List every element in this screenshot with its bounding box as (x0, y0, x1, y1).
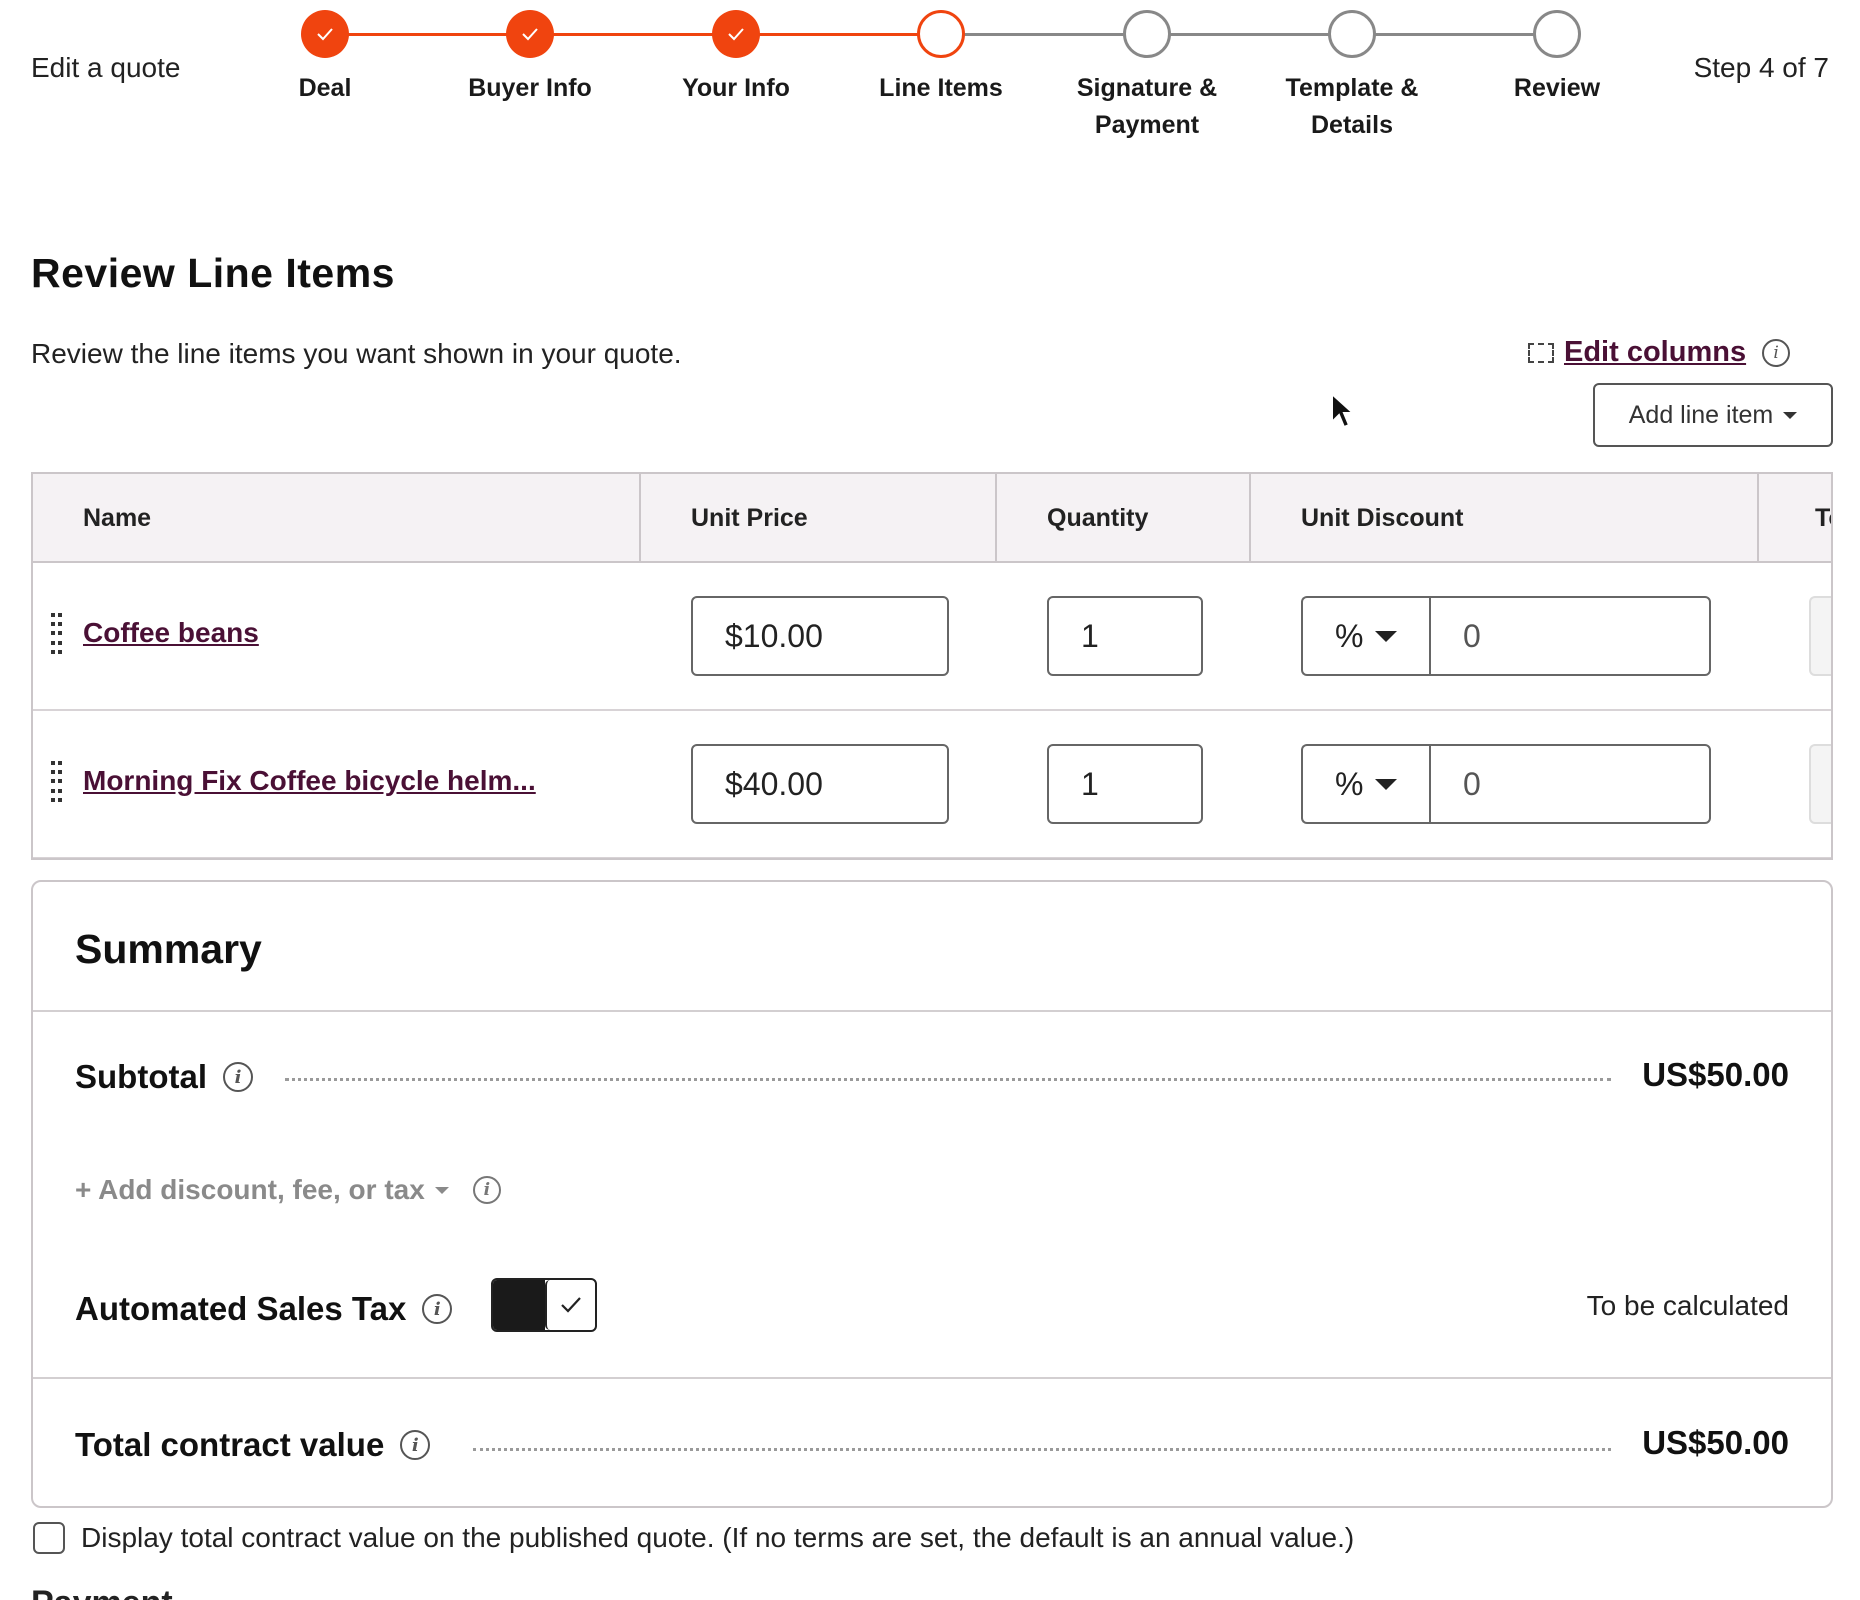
edit-columns: Edit columns i (1528, 336, 1791, 369)
step-todo-circle-icon (1533, 10, 1581, 58)
step-todo-circle-icon (1328, 10, 1376, 58)
step-label: Signature & Payment (1076, 74, 1218, 139)
info-icon[interactable]: i (400, 1430, 431, 1460)
edit-columns-link[interactable]: Edit columns (1564, 336, 1746, 369)
drag-handle-icon[interactable] (51, 761, 63, 805)
step-label: Buyer Info (468, 74, 592, 102)
toggle-on-track (493, 1280, 545, 1330)
info-icon[interactable]: i (1762, 338, 1791, 367)
column-header-total[interactable]: To (1759, 474, 1831, 563)
step-todo-circle-icon (1123, 10, 1171, 58)
quantity-input[interactable]: 1 (1047, 596, 1203, 676)
caret-down-icon (434, 1186, 449, 1194)
add-line-item-label: Add line item (1628, 400, 1774, 429)
quantity-input[interactable]: 1 (1047, 744, 1203, 824)
discount-type-select[interactable]: % (1301, 596, 1429, 676)
caret-down-icon (1375, 778, 1398, 790)
info-icon[interactable]: i (422, 1294, 453, 1324)
discount-type-select[interactable]: % (1301, 744, 1429, 824)
sales-tax-value: To be calculated (1586, 1290, 1789, 1321)
subtotal-label: Subtotal i (75, 1058, 253, 1096)
automated-sales-tax-label: Automated Sales Tax i (75, 1290, 453, 1328)
line-item-name-link[interactable]: Coffee beans (83, 617, 259, 649)
step-label: Your Info (682, 74, 790, 102)
summary-title: Summary (75, 926, 262, 972)
table-row: Morning Fix Coffee bicycle helm... $40.0… (33, 711, 1831, 858)
divider (33, 1377, 1831, 1379)
step-done-check-icon (301, 10, 349, 58)
display-total-label: Display total contract value on the publ… (81, 1522, 1355, 1553)
divider (33, 1010, 1831, 1012)
section-description: Review the line items you want shown in … (31, 338, 682, 369)
total-contract-value: US$50.00 (1642, 1424, 1789, 1461)
caret-down-icon (1375, 630, 1398, 642)
step-line-items[interactable]: Line Items (841, 10, 1041, 107)
step-template-details[interactable]: Template & Details (1252, 10, 1452, 144)
summary-card: Summary Subtotal i US$50.00 + Add discou… (31, 880, 1833, 1508)
add-discount-fee-tax-dropdown[interactable]: + Add discount, fee, or tax i (75, 1174, 501, 1206)
dotted-leader (473, 1448, 1611, 1451)
total-contract-value-label: Total contract value i (75, 1426, 431, 1464)
total-cell-input (1809, 744, 1831, 824)
display-total-checkbox[interactable] (33, 1522, 65, 1554)
progress-stepper: Deal Buyer Info Your Info Line Items Sig… (0, 0, 1860, 160)
caret-down-icon (1783, 411, 1798, 419)
next-section-heading: Payment Schedule (31, 1590, 291, 1600)
add-line-item-button[interactable]: Add line item (1593, 383, 1833, 447)
automated-sales-tax-toggle[interactable] (491, 1278, 597, 1332)
mouse-cursor-icon (1331, 392, 1356, 429)
drag-handle-icon[interactable] (51, 613, 63, 657)
section-title: Review Line Items (31, 250, 395, 296)
step-review[interactable]: Review (1457, 10, 1657, 107)
columns-icon (1528, 342, 1554, 363)
table-header: Name Unit Price Quantity Unit Discount T… (33, 474, 1831, 563)
step-label: Line Items (879, 74, 1003, 102)
step-done-check-icon (712, 10, 760, 58)
step-your-info[interactable]: Your Info (636, 10, 836, 107)
step-buyer-info[interactable]: Buyer Info (430, 10, 630, 107)
table-row: Coffee beans $10.00 1 % 0 (33, 563, 1831, 711)
step-done-check-icon (506, 10, 554, 58)
line-item-name-link[interactable]: Morning Fix Coffee bicycle helm... (83, 765, 536, 797)
column-header-name[interactable]: Name (33, 474, 641, 563)
column-header-quantity[interactable]: Quantity (997, 474, 1251, 563)
column-header-unit-price[interactable]: Unit Price (641, 474, 997, 563)
step-label: Review (1513, 74, 1601, 102)
dotted-leader (285, 1078, 1611, 1081)
step-deal[interactable]: Deal (225, 10, 425, 107)
line-items-table: Name Unit Price Quantity Unit Discount T… (31, 472, 1833, 860)
step-signature-payment[interactable]: Signature & Payment (1047, 10, 1247, 144)
unit-price-input[interactable]: $40.00 (691, 744, 949, 824)
step-current-circle-icon (917, 10, 965, 58)
checkmark-icon (545, 1280, 595, 1330)
info-icon[interactable]: i (222, 1062, 253, 1092)
discount-value-input[interactable]: 0 (1429, 596, 1711, 676)
info-icon[interactable]: i (472, 1176, 501, 1204)
unit-price-input[interactable]: $10.00 (691, 596, 949, 676)
step-label: Template & Details (1285, 74, 1419, 139)
display-total-option: Display total contract value on the publ… (33, 1522, 1354, 1554)
subtotal-value: US$50.00 (1642, 1056, 1789, 1093)
total-cell-input (1809, 596, 1831, 676)
discount-value-input[interactable]: 0 (1429, 744, 1711, 824)
column-header-unit-discount[interactable]: Unit Discount (1251, 474, 1759, 563)
step-label: Deal (298, 74, 352, 102)
